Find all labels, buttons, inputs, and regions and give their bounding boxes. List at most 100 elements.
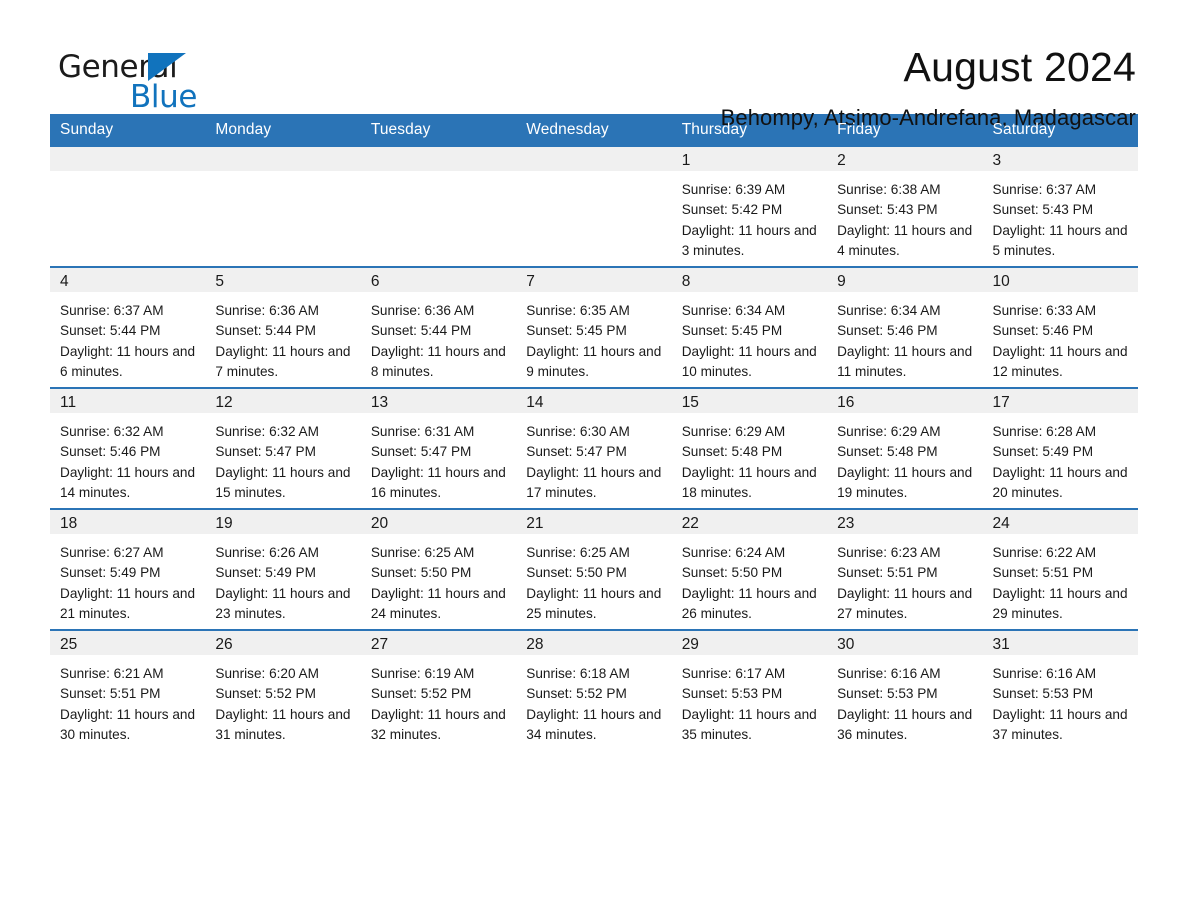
calendar-page: General Blue August 2024 Behompy, Atsimo…	[0, 0, 1188, 918]
day-details: Sunrise: 6:31 AM Sunset: 5:47 PM Daylight:…	[361, 413, 516, 503]
sunrise-text: Sunrise: 6:16 AM	[992, 666, 1097, 681]
calendar-day-cell[interactable]: 25 Sunrise: 6:21 AM Sunset: 5:51 PM Dayligh…	[50, 629, 206, 750]
day-number	[205, 147, 361, 171]
sunset-text: Sunset: 5:47 PM	[370, 444, 472, 460]
sunset-text: Sunset: 5:52 PM	[370, 686, 472, 702]
calendar-day-cell[interactable]: 23 Sunrise: 6:23 AM Sunset: 5:51 PM Dayligh…	[827, 508, 983, 630]
sunrise-text: Sunrise: 6:25 AM	[526, 545, 630, 560]
calendar-day-cell-empty	[360, 147, 517, 267]
day-details: Sunrise: 6:34 AM Sunset: 5:46 PM Daylight:…	[827, 292, 982, 382]
day-number: 1	[671, 147, 828, 171]
sunset-text: Sunset: 5:44 PM	[370, 323, 472, 339]
calendar-day-cell[interactable]: 19 Sunrise: 6:26 AM Sunset: 5:49 PM Dayligh…	[205, 508, 361, 630]
day-number: 12	[205, 389, 361, 413]
sunrise-text: Sunrise: 6:29 AM	[837, 424, 941, 439]
calendar-day-cell[interactable]: 21 Sunrise: 6:25 AM Sunset: 5:50 PM Dayligh…	[516, 508, 672, 630]
calendar-week-row: 1 Sunrise: 6:39 AM Sunset: 5:42 PM Daylight…	[50, 147, 1138, 267]
day-details: Sunrise: 6:16 AM Sunset: 5:53 PM Daylight:…	[983, 655, 1138, 745]
sunset-text: Sunset: 5:46 PM	[60, 444, 161, 460]
calendar-day-cell[interactable]: 5 Sunrise: 6:36 AM Sunset: 5:44 PM Daylight…	[205, 266, 361, 388]
sunset-text: Sunset: 5:46 PM	[992, 323, 1094, 339]
calendar-day-cell[interactable]: 27 Sunrise: 6:19 AM Sunset: 5:52 PM Dayligh…	[360, 629, 517, 750]
sunset-text: Sunset: 5:44 PM	[215, 323, 316, 339]
sunset-text: Sunset: 5:44 PM	[60, 323, 161, 339]
calendar-day-cell[interactable]: 16 Sunrise: 6:29 AM Sunset: 5:48 PM Dayligh…	[827, 387, 983, 509]
daylight-text: Daylight: 11 hours and 30 minutes.	[60, 706, 196, 742]
calendar-day-cell[interactable]: 1 Sunrise: 6:39 AM Sunset: 5:42 PM Daylight…	[671, 147, 828, 267]
logo-text-blue: Blue	[130, 79, 197, 115]
day-number: 7	[516, 268, 672, 292]
day-details: Sunrise: 6:30 AM Sunset: 5:47 PM Daylight:…	[516, 413, 671, 503]
calendar-day-cell[interactable]: 2 Sunrise: 6:38 AM Sunset: 5:43 PM Daylight…	[827, 147, 983, 267]
calendar-body: 1 Sunrise: 6:39 AM Sunset: 5:42 PM Daylight…	[50, 147, 1138, 750]
calendar-day-cell[interactable]: 17 Sunrise: 6:28 AM Sunset: 5:49 PM Dayligh…	[982, 387, 1138, 509]
sunset-text: Sunset: 5:49 PM	[215, 565, 316, 581]
daylight-text: Daylight: 11 hours and 7 minutes.	[215, 343, 351, 379]
sunset-text: Sunset: 5:45 PM	[681, 323, 783, 339]
sunrise-text: Sunrise: 6:24 AM	[681, 545, 786, 560]
calendar-day-cell[interactable]: 24 Sunrise: 6:22 AM Sunset: 5:51 PM Dayligh…	[982, 508, 1138, 630]
day-number: 9	[827, 268, 983, 292]
calendar-day-cell[interactable]: 7 Sunrise: 6:35 AM Sunset: 5:45 PM Daylight…	[516, 266, 672, 388]
daylight-text: Daylight: 11 hours and 31 minutes.	[215, 706, 351, 742]
sunrise-text: Sunrise: 6:36 AM	[215, 303, 319, 318]
sunrise-text: Sunrise: 6:26 AM	[215, 545, 319, 560]
calendar-day-cell[interactable]: 29 Sunrise: 6:17 AM Sunset: 5:53 PM Dayligh…	[671, 629, 828, 750]
calendar-day-cell[interactable]: 12 Sunrise: 6:32 AM Sunset: 5:47 PM Dayligh…	[205, 387, 361, 509]
day-details: Sunrise: 6:34 AM Sunset: 5:45 PM Daylight:…	[672, 292, 827, 382]
calendar-day-cell[interactable]: 20 Sunrise: 6:25 AM Sunset: 5:50 PM Dayligh…	[360, 508, 517, 630]
daylight-text: Daylight: 11 hours and 12 minutes.	[992, 343, 1128, 379]
calendar-day-cell[interactable]: 14 Sunrise: 6:30 AM Sunset: 5:47 PM Dayligh…	[516, 387, 672, 509]
day-number: 22	[671, 510, 828, 534]
sunset-text: Sunset: 5:46 PM	[837, 323, 938, 339]
weekday-header-monday: Monday	[205, 114, 361, 147]
sunset-text: Sunset: 5:42 PM	[681, 202, 783, 218]
sunrise-text: Sunrise: 6:22 AM	[992, 545, 1097, 560]
day-number: 26	[205, 631, 361, 655]
day-details: Sunrise: 6:35 AM Sunset: 5:45 PM Daylight:…	[516, 292, 671, 382]
generalblue-logo[interactable]: General Blue	[50, 46, 200, 116]
calendar-day-cell[interactable]: 15 Sunrise: 6:29 AM Sunset: 5:48 PM Dayligh…	[671, 387, 828, 509]
daylight-text: Daylight: 11 hours and 26 minutes.	[681, 585, 817, 621]
sunset-text: Sunset: 5:49 PM	[992, 444, 1094, 460]
sunset-text: Sunset: 5:51 PM	[837, 565, 938, 581]
day-details: Sunrise: 6:25 AM Sunset: 5:50 PM Daylight:…	[516, 534, 671, 624]
sunrise-text: Sunrise: 6:18 AM	[526, 666, 630, 681]
sunrise-text: Sunrise: 6:37 AM	[60, 303, 164, 318]
sunrise-text: Sunrise: 6:25 AM	[370, 545, 475, 560]
day-details: Sunrise: 6:37 AM Sunset: 5:44 PM Daylight:…	[50, 292, 205, 382]
calendar-day-cell-empty	[516, 147, 672, 267]
calendar-day-cell[interactable]: 18 Sunrise: 6:27 AM Sunset: 5:49 PM Dayligh…	[50, 508, 206, 630]
calendar-day-cell[interactable]: 6 Sunrise: 6:36 AM Sunset: 5:44 PM Daylight…	[360, 266, 517, 388]
day-number: 29	[671, 631, 828, 655]
calendar-day-cell[interactable]: 28 Sunrise: 6:18 AM Sunset: 5:52 PM Dayligh…	[516, 629, 672, 750]
day-number: 6	[360, 268, 517, 292]
daylight-text: Daylight: 11 hours and 17 minutes.	[526, 464, 662, 500]
day-number: 18	[50, 510, 206, 534]
day-details: Sunrise: 6:38 AM Sunset: 5:43 PM Daylight:…	[827, 171, 982, 261]
calendar-day-cell[interactable]: 26 Sunrise: 6:20 AM Sunset: 5:52 PM Dayligh…	[205, 629, 361, 750]
calendar-day-cell[interactable]: 11 Sunrise: 6:32 AM Sunset: 5:46 PM Dayligh…	[50, 387, 206, 509]
sunrise-text: Sunrise: 6:20 AM	[215, 666, 319, 681]
daylight-text: Daylight: 11 hours and 8 minutes.	[370, 343, 506, 379]
calendar-day-cell[interactable]: 3 Sunrise: 6:37 AM Sunset: 5:43 PM Daylight…	[982, 147, 1138, 267]
day-number: 27	[360, 631, 517, 655]
calendar-day-cell[interactable]: 13 Sunrise: 6:31 AM Sunset: 5:47 PM Dayligh…	[360, 387, 517, 509]
calendar-day-cell[interactable]: 4 Sunrise: 6:37 AM Sunset: 5:44 PM Daylight…	[50, 266, 206, 388]
sunset-text: Sunset: 5:45 PM	[526, 323, 627, 339]
day-number	[516, 147, 672, 171]
sunset-text: Sunset: 5:51 PM	[60, 686, 161, 702]
calendar-day-cell[interactable]: 10 Sunrise: 6:33 AM Sunset: 5:46 PM Dayligh…	[982, 266, 1138, 388]
daylight-text: Daylight: 11 hours and 24 minutes.	[370, 585, 506, 621]
day-details: Sunrise: 6:29 AM Sunset: 5:48 PM Daylight:…	[827, 413, 982, 503]
calendar-day-cell[interactable]: 9 Sunrise: 6:34 AM Sunset: 5:46 PM Daylight…	[827, 266, 983, 388]
sunrise-text: Sunrise: 6:35 AM	[526, 303, 630, 318]
day-number: 11	[50, 389, 206, 413]
daylight-text: Daylight: 11 hours and 16 minutes.	[370, 464, 506, 500]
daylight-text: Daylight: 11 hours and 21 minutes.	[60, 585, 196, 621]
daylight-text: Daylight: 11 hours and 20 minutes.	[992, 464, 1128, 500]
calendar-day-cell[interactable]: 31 Sunrise: 6:16 AM Sunset: 5:53 PM Dayligh…	[982, 629, 1138, 750]
calendar-day-cell[interactable]: 30 Sunrise: 6:16 AM Sunset: 5:53 PM Dayligh…	[827, 629, 983, 750]
calendar-day-cell[interactable]: 8 Sunrise: 6:34 AM Sunset: 5:45 PM Daylight…	[671, 266, 828, 388]
calendar-day-cell[interactable]: 22 Sunrise: 6:24 AM Sunset: 5:50 PM Dayligh…	[671, 508, 828, 630]
